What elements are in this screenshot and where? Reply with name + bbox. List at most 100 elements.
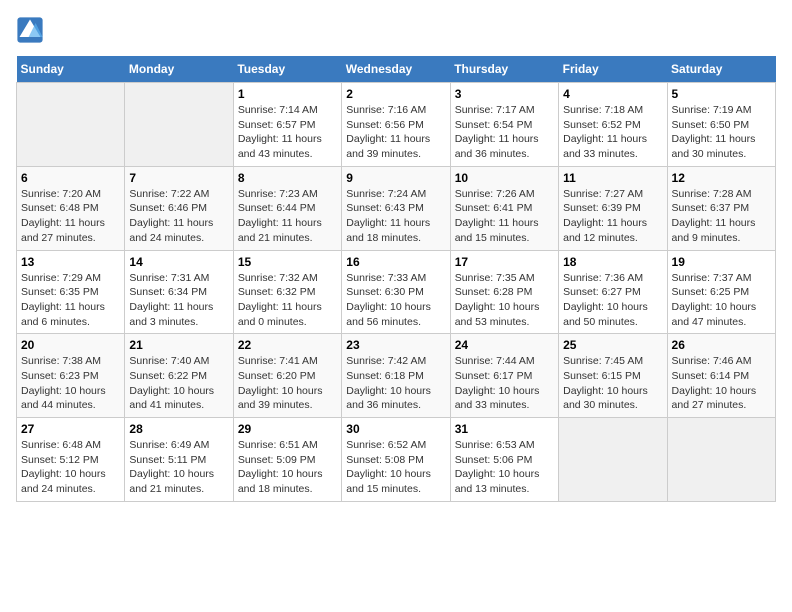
day-number: 29 (238, 422, 337, 436)
day-info: Sunrise: 6:52 AM Sunset: 5:08 PM Dayligh… (346, 438, 445, 497)
day-info: Sunrise: 7:27 AM Sunset: 6:39 PM Dayligh… (563, 187, 662, 246)
calendar-cell: 30 Sunrise: 6:52 AM Sunset: 5:08 PM Dayli… (342, 418, 450, 502)
calendar-cell (17, 83, 125, 167)
calendar-week-row: 20 Sunrise: 7:38 AM Sunset: 6:23 PM Dayli… (17, 334, 776, 418)
day-info: Sunrise: 7:29 AM Sunset: 6:35 PM Dayligh… (21, 271, 120, 330)
calendar-header-thursday: Thursday (450, 56, 558, 83)
calendar-cell: 22 Sunrise: 7:41 AM Sunset: 6:20 PM Dayli… (233, 334, 341, 418)
day-info: Sunrise: 7:37 AM Sunset: 6:25 PM Dayligh… (672, 271, 771, 330)
day-number: 3 (455, 87, 554, 101)
calendar-cell: 13Sunrise: 7:29 AM Sunset: 6:35 PM Dayli… (17, 250, 125, 334)
calendar-cell: 16Sunrise: 7:33 AM Sunset: 6:30 PM Dayli… (342, 250, 450, 334)
day-number: 8 (238, 171, 337, 185)
calendar-header-tuesday: Tuesday (233, 56, 341, 83)
calendar-header-saturday: Saturday (667, 56, 775, 83)
calendar-cell: 31 Sunrise: 6:53 AM Sunset: 5:06 PM Dayli… (450, 418, 558, 502)
calendar-table: SundayMondayTuesdayWednesdayThursdayFrid… (16, 56, 776, 502)
day-number: 7 (129, 171, 228, 185)
day-number: 12 (672, 171, 771, 185)
day-number: 26 (672, 338, 771, 352)
day-info: Sunrise: 7:45 AM Sunset: 6:15 PM Dayligh… (563, 354, 662, 413)
day-info: Sunrise: 7:20 AM Sunset: 6:48 PM Dayligh… (21, 187, 120, 246)
calendar-cell: 10Sunrise: 7:26 AM Sunset: 6:41 PM Dayli… (450, 166, 558, 250)
calendar-cell: 29 Sunrise: 6:51 AM Sunset: 5:09 PM Dayli… (233, 418, 341, 502)
day-info: Sunrise: 7:26 AM Sunset: 6:41 PM Dayligh… (455, 187, 554, 246)
day-number: 30 (346, 422, 445, 436)
day-info: Sunrise: 7:41 AM Sunset: 6:20 PM Dayligh… (238, 354, 337, 413)
day-number: 23 (346, 338, 445, 352)
logo (16, 16, 48, 44)
day-info: Sunrise: 7:22 AM Sunset: 6:46 PM Dayligh… (129, 187, 228, 246)
day-number: 27 (21, 422, 120, 436)
day-number: 16 (346, 255, 445, 269)
calendar-cell: 19 Sunrise: 7:37 AM Sunset: 6:25 PM Dayli… (667, 250, 775, 334)
calendar-header-sunday: Sunday (17, 56, 125, 83)
day-number: 19 (672, 255, 771, 269)
calendar-week-row: 13Sunrise: 7:29 AM Sunset: 6:35 PM Dayli… (17, 250, 776, 334)
calendar-week-row: 6 Sunrise: 7:20 AM Sunset: 6:48 PM Daylig… (17, 166, 776, 250)
calendar-week-row: 27 Sunrise: 6:48 AM Sunset: 5:12 PM Dayli… (17, 418, 776, 502)
day-info: Sunrise: 7:23 AM Sunset: 6:44 PM Dayligh… (238, 187, 337, 246)
calendar-cell: 20 Sunrise: 7:38 AM Sunset: 6:23 PM Dayli… (17, 334, 125, 418)
calendar-cell: 25Sunrise: 7:45 AM Sunset: 6:15 PM Dayli… (559, 334, 667, 418)
day-info: Sunrise: 6:51 AM Sunset: 5:09 PM Dayligh… (238, 438, 337, 497)
day-info: Sunrise: 6:48 AM Sunset: 5:12 PM Dayligh… (21, 438, 120, 497)
day-info: Sunrise: 7:19 AM Sunset: 6:50 PM Dayligh… (672, 103, 771, 162)
day-info: Sunrise: 7:28 AM Sunset: 6:37 PM Dayligh… (672, 187, 771, 246)
calendar-cell (667, 418, 775, 502)
calendar-cell: 4 Sunrise: 7:18 AM Sunset: 6:52 PM Daylig… (559, 83, 667, 167)
calendar-cell (125, 83, 233, 167)
calendar-cell: 27 Sunrise: 6:48 AM Sunset: 5:12 PM Dayli… (17, 418, 125, 502)
day-number: 14 (129, 255, 228, 269)
calendar-cell: 11 Sunrise: 7:27 AM Sunset: 6:39 PM Dayli… (559, 166, 667, 250)
day-number: 6 (21, 171, 120, 185)
calendar-cell: 8 Sunrise: 7:23 AM Sunset: 6:44 PM Daylig… (233, 166, 341, 250)
calendar-header-friday: Friday (559, 56, 667, 83)
day-number: 20 (21, 338, 120, 352)
day-number: 4 (563, 87, 662, 101)
day-number: 22 (238, 338, 337, 352)
calendar-cell: 9Sunrise: 7:24 AM Sunset: 6:43 PM Daylig… (342, 166, 450, 250)
calendar-header-wednesday: Wednesday (342, 56, 450, 83)
day-info: Sunrise: 7:36 AM Sunset: 6:27 PM Dayligh… (563, 271, 662, 330)
calendar-cell: 15 Sunrise: 7:32 AM Sunset: 6:32 PM Dayli… (233, 250, 341, 334)
calendar-cell: 6 Sunrise: 7:20 AM Sunset: 6:48 PM Daylig… (17, 166, 125, 250)
day-number: 11 (563, 171, 662, 185)
day-number: 1 (238, 87, 337, 101)
day-info: Sunrise: 7:42 AM Sunset: 6:18 PM Dayligh… (346, 354, 445, 413)
day-number: 18 (563, 255, 662, 269)
calendar-cell: 24Sunrise: 7:44 AM Sunset: 6:17 PM Dayli… (450, 334, 558, 418)
calendar-cell: 18 Sunrise: 7:36 AM Sunset: 6:27 PM Dayli… (559, 250, 667, 334)
day-info: Sunrise: 7:24 AM Sunset: 6:43 PM Dayligh… (346, 187, 445, 246)
calendar-week-row: 1 Sunrise: 7:14 AM Sunset: 6:57 PM Daylig… (17, 83, 776, 167)
logo-icon (16, 16, 44, 44)
day-info: Sunrise: 7:17 AM Sunset: 6:54 PM Dayligh… (455, 103, 554, 162)
day-number: 15 (238, 255, 337, 269)
calendar-cell: 1 Sunrise: 7:14 AM Sunset: 6:57 PM Daylig… (233, 83, 341, 167)
calendar-cell: 21Sunrise: 7:40 AM Sunset: 6:22 PM Dayli… (125, 334, 233, 418)
calendar-cell: 17 Sunrise: 7:35 AM Sunset: 6:28 PM Dayli… (450, 250, 558, 334)
day-number: 17 (455, 255, 554, 269)
calendar-cell (559, 418, 667, 502)
day-info: Sunrise: 6:49 AM Sunset: 5:11 PM Dayligh… (129, 438, 228, 497)
day-number: 28 (129, 422, 228, 436)
day-number: 2 (346, 87, 445, 101)
day-info: Sunrise: 7:35 AM Sunset: 6:28 PM Dayligh… (455, 271, 554, 330)
day-info: Sunrise: 7:18 AM Sunset: 6:52 PM Dayligh… (563, 103, 662, 162)
day-info: Sunrise: 7:14 AM Sunset: 6:57 PM Dayligh… (238, 103, 337, 162)
day-info: Sunrise: 7:32 AM Sunset: 6:32 PM Dayligh… (238, 271, 337, 330)
calendar-cell: 5 Sunrise: 7:19 AM Sunset: 6:50 PM Daylig… (667, 83, 775, 167)
day-info: Sunrise: 6:53 AM Sunset: 5:06 PM Dayligh… (455, 438, 554, 497)
day-number: 5 (672, 87, 771, 101)
calendar-cell: 23 Sunrise: 7:42 AM Sunset: 6:18 PM Dayli… (342, 334, 450, 418)
calendar-header-monday: Monday (125, 56, 233, 83)
day-info: Sunrise: 7:38 AM Sunset: 6:23 PM Dayligh… (21, 354, 120, 413)
calendar-cell: 28 Sunrise: 6:49 AM Sunset: 5:11 PM Dayli… (125, 418, 233, 502)
day-info: Sunrise: 7:44 AM Sunset: 6:17 PM Dayligh… (455, 354, 554, 413)
day-number: 31 (455, 422, 554, 436)
day-info: Sunrise: 7:46 AM Sunset: 6:14 PM Dayligh… (672, 354, 771, 413)
calendar-cell: 3 Sunrise: 7:17 AM Sunset: 6:54 PM Daylig… (450, 83, 558, 167)
day-number: 21 (129, 338, 228, 352)
page-header (16, 16, 776, 44)
calendar-cell: 14Sunrise: 7:31 AM Sunset: 6:34 PM Dayli… (125, 250, 233, 334)
